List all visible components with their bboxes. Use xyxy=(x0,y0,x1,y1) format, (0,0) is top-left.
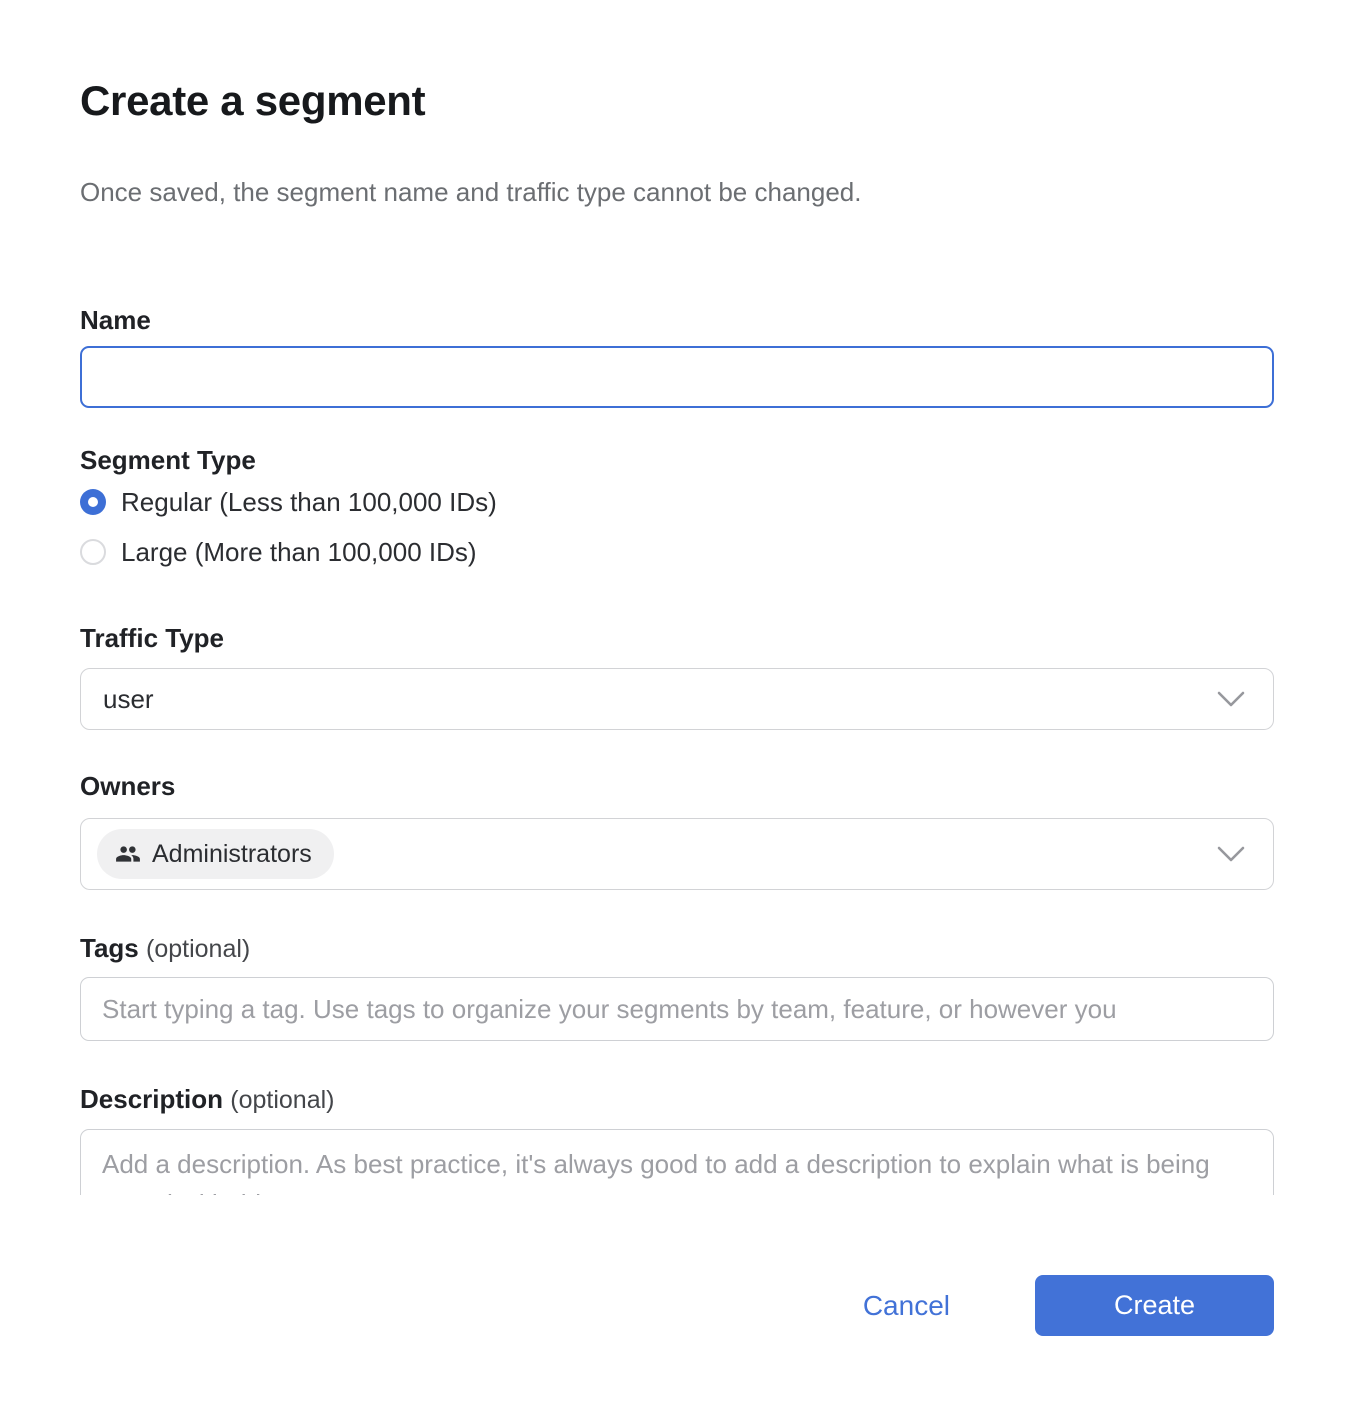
name-input[interactable] xyxy=(80,346,1274,408)
segment-type-option-regular[interactable]: Regular (Less than 100,000 IDs) xyxy=(80,488,1274,516)
owner-chip-label: Administrators xyxy=(152,840,312,869)
description-textarea-clip xyxy=(80,1129,1274,1195)
radio-unselected-icon xyxy=(80,539,106,565)
name-label: Name xyxy=(80,304,1274,336)
tags-field: Tags (optional) xyxy=(80,932,1274,1041)
segment-type-group: Segment Type Regular (Less than 100,000 … xyxy=(80,444,1274,566)
people-icon xyxy=(115,841,141,867)
owners-label: Owners xyxy=(80,770,1274,802)
create-segment-dialog: Create a segment Once saved, the segment… xyxy=(0,0,1354,1336)
traffic-type-select[interactable]: user xyxy=(80,668,1274,730)
chevron-down-icon xyxy=(1217,846,1245,862)
description-optional-hint: (optional) xyxy=(230,1086,334,1114)
create-button[interactable]: Create xyxy=(1035,1275,1274,1336)
tags-input[interactable] xyxy=(80,977,1274,1041)
segment-type-option-large[interactable]: Large (More than 100,000 IDs) xyxy=(80,538,1274,566)
name-field: Name xyxy=(80,304,1274,408)
dialog-subtitle: Once saved, the segment name and traffic… xyxy=(80,176,1274,208)
dialog-footer: Cancel Create xyxy=(80,1275,1274,1336)
traffic-type-value: user xyxy=(103,684,154,715)
tags-optional-hint: (optional) xyxy=(146,935,250,963)
description-label: Description (optional) xyxy=(80,1083,1274,1116)
owners-select[interactable]: Administrators xyxy=(80,818,1274,890)
tags-label: Tags (optional) xyxy=(80,932,1274,965)
chevron-down-icon xyxy=(1217,691,1245,707)
description-textarea[interactable] xyxy=(80,1129,1274,1195)
radio-selected-icon xyxy=(80,489,106,515)
traffic-type-field: Traffic Type user xyxy=(80,622,1274,730)
traffic-type-label: Traffic Type xyxy=(80,622,1274,654)
owners-field: Owners Administrators xyxy=(80,770,1274,890)
segment-type-label: Segment Type xyxy=(80,444,1274,476)
cancel-button[interactable]: Cancel xyxy=(863,1290,950,1322)
radio-option-label: Large (More than 100,000 IDs) xyxy=(121,537,477,568)
radio-option-label: Regular (Less than 100,000 IDs) xyxy=(121,487,497,518)
owner-chip-administrators[interactable]: Administrators xyxy=(97,829,334,879)
dialog-title: Create a segment xyxy=(80,76,1274,126)
description-field: Description (optional) xyxy=(80,1083,1274,1195)
